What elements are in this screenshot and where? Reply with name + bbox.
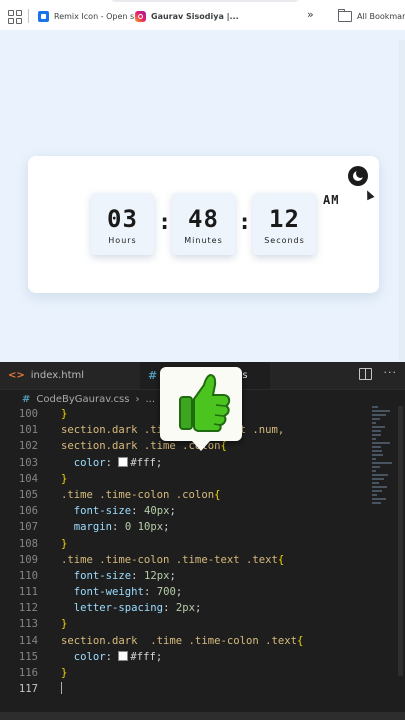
more-bookmarks-chevron-icon[interactable]: » (307, 8, 314, 21)
editor-scrollbar[interactable] (398, 406, 403, 676)
code-line: 106 font-size: 40px; (18, 505, 176, 518)
bookmark-label: Remix Icon - Open s... (54, 11, 142, 21)
code-line: 110 font-size: 12px; (18, 569, 176, 582)
bookmark-label: Gaurav Sisodiya |... (151, 11, 239, 21)
all-bookmarks-label: All Bookmarks (357, 11, 405, 21)
hours-label: Hours (108, 236, 137, 245)
bookmarks-bar: Remix Icon - Open s... Gaurav Sisodiya |… (0, 0, 405, 31)
thumbs-up-icon (179, 373, 231, 432)
hours-box: 03 Hours (91, 193, 154, 255)
moon-icon (353, 169, 365, 181)
all-bookmarks-button[interactable]: All Bookmarks (338, 8, 405, 23)
code-line: 103 color: #fff; (18, 456, 163, 469)
bookmark-gaurav-sisodiya[interactable]: Gaurav Sisodiya |... (135, 9, 239, 23)
minutes-box: 48 Minutes (172, 193, 235, 255)
hours-value: 03 (107, 205, 138, 233)
tab-label: index.html (30, 370, 85, 381)
code-line: 111 font-weight: 700; (18, 586, 183, 599)
breadcrumb-symbol[interactable]: ... (145, 394, 155, 405)
bookmarks-divider (28, 9, 29, 23)
minutes-seconds-colon: : (238, 210, 252, 235)
split-editor-icon[interactable] (358, 368, 372, 380)
code-lines[interactable]: 100} 101section.dark .time .time-text .n… (0, 406, 370, 697)
minimap[interactable] (372, 406, 396, 546)
code-line: 109 .time .time-colon .time-text .text{ (18, 553, 285, 566)
am-pm-indicator: AM (323, 193, 340, 207)
code-line: 115 color: #fff; (18, 650, 163, 663)
code-line-current: 117 (0, 681, 370, 697)
chevron-right-icon: › (135, 393, 140, 405)
instagram-favicon-icon (135, 10, 146, 22)
css-file-icon: # (148, 369, 158, 382)
editor-actions: ··· (358, 367, 398, 380)
apps-grid-icon[interactable] (8, 10, 22, 24)
more-actions-icon[interactable]: ··· (384, 367, 398, 380)
dark-mode-toggle[interactable] (348, 166, 368, 186)
code-line: 114 section.dark .time .time-colon .text{ (18, 634, 304, 647)
minutes-label: Minutes (184, 236, 223, 245)
thumbs-up-sticker (160, 367, 242, 451)
code-line: 104} (18, 472, 68, 485)
color-swatch-icon[interactable] (118, 456, 129, 467)
status-bar (0, 712, 405, 720)
page-scrollbar[interactable] (399, 40, 405, 362)
seconds-value: 12 (269, 205, 300, 233)
tab-index-html[interactable]: <> index.html (8, 362, 126, 389)
tab-strip-edge (110, 0, 300, 2)
code-line: 116} (18, 667, 68, 679)
code-line: 108} (18, 537, 68, 550)
seconds-label: Seconds (264, 236, 305, 245)
bookmark-remix-icon[interactable]: Remix Icon - Open s... (38, 9, 142, 23)
code-line: 113} (18, 618, 68, 631)
code-line: 105 .time .time-colon .colon{ (18, 488, 221, 501)
seconds-box: 12 Seconds (253, 193, 316, 255)
hours-minutes-colon: : (158, 210, 172, 235)
html-file-icon: <> (8, 370, 25, 381)
minutes-value: 48 (188, 205, 219, 233)
breadcrumb-file[interactable]: CodeByGaurav.css (36, 394, 129, 405)
code-line: 107 margin: 0 10px; (18, 521, 170, 534)
css-file-icon: # (22, 393, 31, 405)
color-swatch-icon[interactable] (118, 650, 129, 661)
code-line: 112 letter-spacing: 2px; (18, 602, 202, 615)
folder-icon (338, 8, 352, 22)
text-caret (61, 682, 62, 695)
remix-favicon-icon (38, 10, 49, 22)
